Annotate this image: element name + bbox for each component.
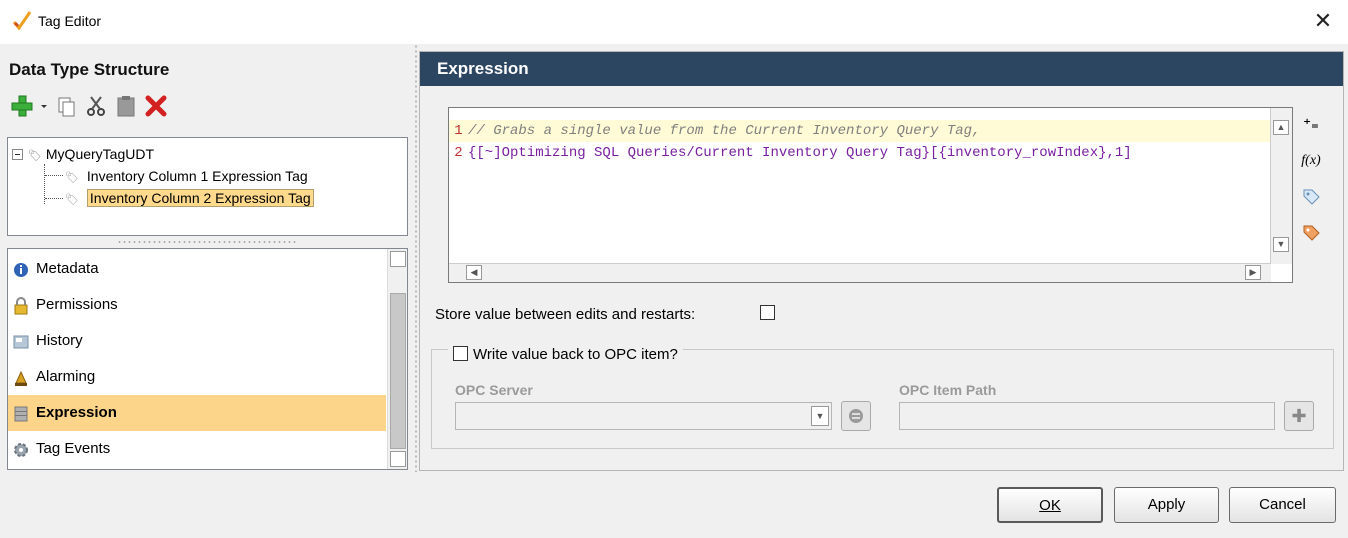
data-type-structure-title: Data Type Structure [9,60,170,79]
line-number: 1 [454,123,463,139]
database-icon [14,406,28,422]
tree-root-node[interactable]: 🏷 MyQueryTagUDT [28,144,154,164]
dropdown-arrow-icon[interactable] [38,94,50,118]
menu-item-label: Permissions [36,296,118,313]
info-icon [14,263,28,277]
menu-item-label: Alarming [36,368,96,385]
menu-item-tag-events[interactable]: Tag Events [8,431,386,467]
scroll-down-arrow[interactable] [390,451,406,467]
horizontal-splitter[interactable] [117,240,297,244]
server-icon [849,409,863,423]
chevron-down-icon[interactable]: ▼ [811,406,829,426]
editor-horizontal-scrollbar[interactable]: ◀ ▶ [449,263,1271,282]
line-number: 2 [454,145,463,161]
apply-button[interactable]: Apply [1114,487,1219,523]
apply-button-label: Apply [1147,496,1186,513]
menu-item-label: Tag Events [36,440,111,457]
gear-icon [14,443,28,457]
menu-item-label: History [36,332,83,349]
editor-line: 1 // Grabs a single value from the Curren… [449,120,1274,142]
title-bar: Tag Editor ✕ [0,0,1348,44]
menu-item-history[interactable]: History [8,323,386,359]
editor-vertical-scrollbar[interactable]: ▲ ▼ [1270,108,1292,264]
scroll-left-arrow[interactable]: ◀ [466,265,482,280]
opc-server-select[interactable]: ▼ [455,402,832,430]
operators-icon[interactable]: ⁺₌ [1298,112,1324,138]
copy-icon[interactable] [54,94,78,118]
tag-icon[interactable] [1298,184,1324,210]
udt-tag-icon[interactable] [1298,220,1324,246]
write-back-checkbox[interactable] [453,346,468,361]
ok-button[interactable]: OK [997,487,1103,523]
store-value-checkbox[interactable] [760,305,775,320]
tree-node-label: Inventory Column 2 Expression Tag [86,189,314,207]
right-panel: Expression 1 // Grabs a single value from… [419,51,1344,471]
menu-scrollbar[interactable] [387,249,407,469]
tree-line [45,175,63,176]
ok-button-label: OK [1039,497,1061,514]
opc-server-browse-button[interactable] [841,401,871,431]
tree-node-column-1[interactable]: 🏷 Inventory Column 1 Expression Tag [65,166,308,186]
close-icon[interactable]: ✕ [1310,8,1336,34]
alarm-bell-icon [15,370,27,386]
tree-root-label: MyQueryTagUDT [45,146,155,162]
checkmark-brush-icon [12,11,32,31]
udt-tag-icon: 🏷 [28,150,42,162]
cancel-button-label: Cancel [1259,496,1306,513]
tree-node-label: Inventory Column 1 Expression Tag [86,168,308,184]
tree-collapse-toggle[interactable] [12,149,23,160]
menu-item-label: Metadata [36,260,99,277]
expression-header: Expression [420,52,1343,86]
scroll-up-arrow[interactable]: ▲ [1273,120,1289,135]
expression-tag-icon: 🏷 [65,172,79,184]
cut-icon[interactable] [84,94,108,118]
opc-item-path-label: OPC Item Path [899,382,997,398]
scroll-down-arrow[interactable]: ▼ [1273,237,1289,252]
delete-icon[interactable] [144,94,168,118]
cancel-button[interactable]: Cancel [1229,487,1336,523]
left-panel: Data Type Structure 🏷 MyQueryTagUDT 🏷 In… [0,44,414,472]
opc-item-path-add-button[interactable]: ✚ [1284,401,1314,431]
property-category-list: Metadata Permissions History Alarming Ex… [7,248,408,470]
opc-item-path-input[interactable] [899,402,1275,430]
code-text: {[~]Optimizing SQL Queries/Current Inven… [468,145,1132,161]
store-value-label: Store value between edits and restarts: [435,306,696,323]
paste-icon[interactable] [114,94,138,118]
expression-editor[interactable]: 1 // Grabs a single value from the Curren… [448,107,1293,283]
menu-item-metadata[interactable]: Metadata [8,251,386,287]
history-icon [13,335,29,349]
tree-node-column-2[interactable]: 🏷 Inventory Column 2 Expression Tag [65,188,314,208]
opc-writeback-group [431,349,1334,449]
vertical-splitter[interactable] [414,44,418,472]
scroll-up-arrow[interactable] [390,251,406,267]
editor-line: 2 {[~]Optimizing SQL Queries/Current Inve… [449,142,1132,164]
lock-icon [14,297,28,315]
function-icon[interactable]: f(x) [1298,148,1324,174]
add-icon: ✚ [1291,406,1307,426]
scroll-thumb[interactable] [390,293,406,449]
menu-item-alarming[interactable]: Alarming [8,359,386,395]
menu-item-permissions[interactable]: Permissions [8,287,386,323]
window-title: Tag Editor [38,13,102,29]
menu-item-expression[interactable]: Expression [8,395,386,431]
add-icon[interactable] [10,94,34,118]
write-back-label: Write value back to OPC item? [473,346,678,363]
structure-tree: 🏷 MyQueryTagUDT 🏷 Inventory Column 1 Exp… [7,137,408,236]
tree-line [45,198,63,199]
expression-tag-icon: 🏷 [65,194,79,206]
code-text: // Grabs a single value from the Current… [468,123,981,139]
scroll-right-arrow[interactable]: ▶ [1245,265,1261,280]
opc-server-label: OPC Server [455,382,533,398]
opc-writeback-legend[interactable]: Write value back to OPC item? [448,346,683,363]
menu-item-label: Expression [36,404,117,421]
